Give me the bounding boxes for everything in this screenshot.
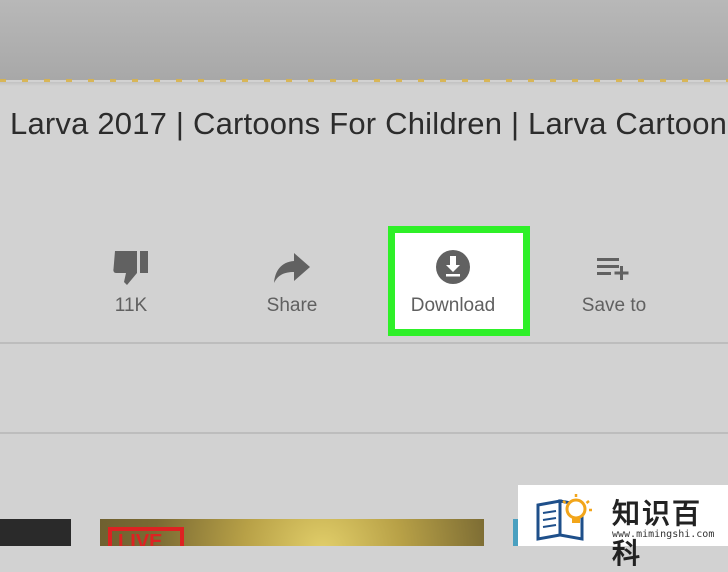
download-button[interactable]: Download bbox=[393, 245, 513, 317]
book-lightbulb-icon bbox=[530, 491, 606, 548]
save-to-label: Save to bbox=[581, 295, 647, 316]
save-to-button[interactable]: Save to bbox=[554, 245, 674, 317]
share-label: Share bbox=[266, 295, 318, 316]
dislike-count: 11K bbox=[114, 295, 148, 316]
divider bbox=[0, 432, 728, 434]
video-title: Larva 2017 | Cartoons For Children | Lar… bbox=[10, 106, 728, 141]
video-thumbnail-live[interactable]: LIVE bbox=[100, 519, 484, 546]
share-button[interactable]: Share bbox=[232, 245, 352, 317]
watermark-url: www.mimingshi.com bbox=[612, 529, 715, 540]
watermark: 知识百科 www.mimingshi.com bbox=[518, 485, 728, 570]
live-badge: LIVE bbox=[108, 527, 184, 546]
playlist-add-icon bbox=[554, 245, 674, 289]
download-label: Download bbox=[410, 295, 496, 316]
share-arrow-icon bbox=[232, 245, 352, 289]
download-icon bbox=[393, 245, 513, 289]
dislike-button[interactable]: 11K bbox=[71, 245, 191, 317]
thumbs-down-icon bbox=[71, 245, 191, 289]
browser-top-bar bbox=[0, 0, 728, 80]
video-thumbnail[interactable] bbox=[0, 519, 71, 546]
divider bbox=[0, 342, 728, 344]
top-bar-shadow bbox=[0, 82, 728, 86]
